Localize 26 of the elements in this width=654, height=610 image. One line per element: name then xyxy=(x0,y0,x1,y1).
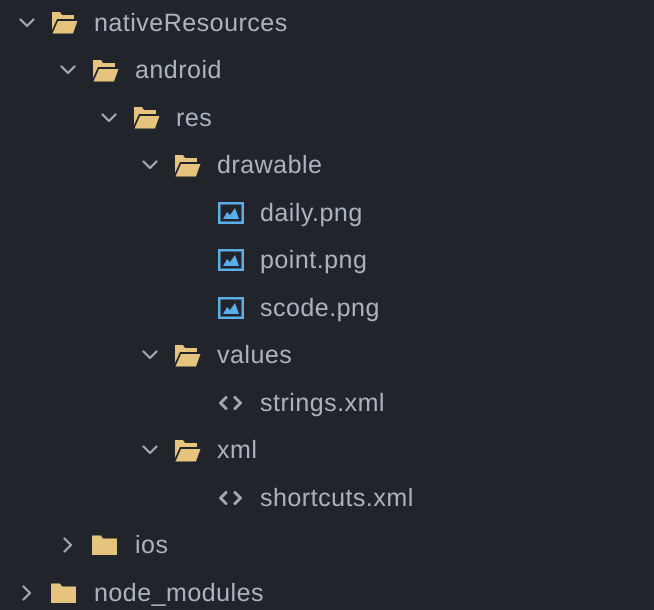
folder-label[interactable]: ios xyxy=(135,533,168,558)
code-file-icon xyxy=(218,490,243,505)
folder-label[interactable]: drawable xyxy=(217,153,322,178)
file-label[interactable]: scode.png xyxy=(260,296,380,320)
folder-label[interactable]: xml xyxy=(217,438,258,462)
file-label[interactable]: point.png xyxy=(260,248,368,272)
file-label[interactable]: daily.png xyxy=(260,200,363,225)
image-file-icon xyxy=(218,249,244,272)
chevron-down-icon[interactable] xyxy=(60,65,76,76)
folder-label[interactable]: values xyxy=(217,343,292,368)
chevron-down-icon[interactable] xyxy=(19,18,35,28)
chevron-down-icon[interactable] xyxy=(142,445,158,456)
folder-label[interactable]: node_modules xyxy=(94,580,264,605)
chevron-down-icon[interactable] xyxy=(142,160,158,170)
folder-label[interactable]: res xyxy=(176,106,212,130)
folder-label[interactable]: android xyxy=(135,58,222,82)
file-label[interactable]: strings.xml xyxy=(260,390,385,415)
chevron-down-icon[interactable] xyxy=(101,112,117,123)
file-label[interactable]: shortcuts.xml xyxy=(260,486,414,510)
chevron-right-icon[interactable] xyxy=(22,584,32,601)
image-file-icon xyxy=(218,202,244,224)
code-file-icon xyxy=(218,396,243,410)
chevron-right-icon[interactable] xyxy=(63,537,73,554)
folder-label[interactable]: nativeResources xyxy=(94,10,288,35)
chevron-down-icon[interactable] xyxy=(142,350,158,360)
image-file-icon xyxy=(218,296,244,319)
